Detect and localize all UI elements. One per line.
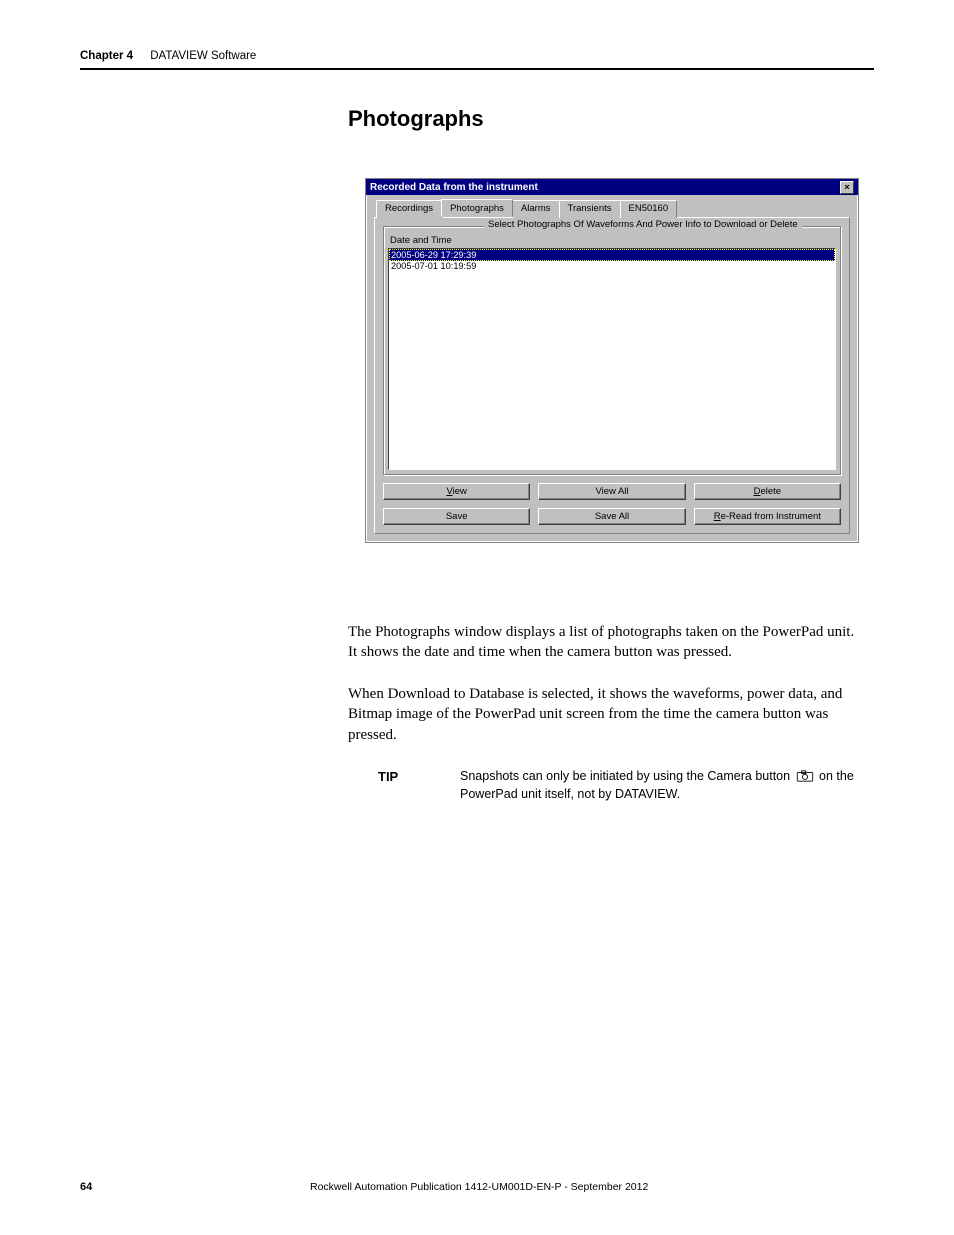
section-heading-photographs: Photographs	[348, 106, 484, 132]
tip-text: Snapshots can only be initiated by using…	[460, 768, 856, 803]
tab-transients[interactable]: Transients	[559, 200, 621, 218]
date-time-label: Date and Time	[390, 235, 836, 246]
chapter-label: Chapter 4	[80, 50, 133, 62]
tab-photographs[interactable]: Photographs	[441, 199, 513, 217]
dialog-title-text: Recorded Data from the instrument	[370, 182, 538, 193]
tab-recordings[interactable]: Recordings	[376, 200, 442, 218]
tab-en50160[interactable]: EN50160	[620, 200, 678, 218]
save-all-button[interactable]: Save All	[538, 508, 685, 525]
dialog-body: Recordings Photographs Alarms Transients…	[366, 195, 858, 542]
page-number: 64	[80, 1181, 310, 1193]
body-paragraph-2: When Download to Database is selected, i…	[348, 684, 858, 745]
recorded-data-dialog: Recorded Data from the instrument × Reco…	[365, 178, 859, 543]
dialog-titlebar: Recorded Data from the instrument ×	[366, 179, 858, 195]
button-row-2: Save Save All Re-Read from Instrument	[383, 508, 841, 525]
page-header: Chapter 4 DATAVIEW Software	[80, 50, 874, 70]
publication-info: Rockwell Automation Publication 1412-UM0…	[310, 1181, 874, 1193]
list-item[interactable]: 2005-06-29 17:29:39	[389, 249, 835, 261]
reread-rest: e-Read from Instrument	[721, 511, 821, 522]
list-item[interactable]: 2005-07-01 10:19:59	[389, 261, 835, 271]
tab-alarms[interactable]: Alarms	[512, 200, 560, 218]
tip-label: TIP	[378, 768, 460, 803]
view-button[interactable]: View	[383, 483, 530, 500]
page-footer: 64 Rockwell Automation Publication 1412-…	[80, 1181, 874, 1193]
camera-icon	[796, 770, 814, 782]
fieldset-legend: Select Photographs Of Waveforms And Powe…	[484, 219, 802, 230]
tab-panel: Select Photographs Of Waveforms And Powe…	[374, 217, 850, 534]
tip-block: TIP Snapshots can only be initiated by u…	[378, 768, 856, 803]
reread-mnemonic: R	[714, 511, 721, 522]
view-all-button[interactable]: View All	[538, 483, 685, 500]
reread-button[interactable]: Re-Read from Instrument	[694, 508, 841, 525]
software-label: DATAVIEW Software	[150, 50, 256, 62]
photograph-listbox[interactable]: 2005-06-29 17:29:39 2005-07-01 10:19:59	[388, 248, 836, 470]
delete-button[interactable]: Delete	[694, 483, 841, 500]
select-photographs-fieldset: Select Photographs Of Waveforms And Powe…	[383, 226, 841, 475]
delete-rest: elete	[760, 486, 781, 497]
close-icon[interactable]: ×	[840, 181, 854, 194]
body-paragraph-1: The Photographs window displays a list o…	[348, 622, 858, 663]
view-rest: iew	[453, 486, 467, 497]
button-row-1: View View All Delete	[383, 483, 841, 500]
tip-text-before: Snapshots can only be initiated by using…	[460, 769, 794, 783]
save-button[interactable]: Save	[383, 508, 530, 525]
tab-strip: Recordings Photographs Alarms Transients…	[374, 199, 850, 217]
